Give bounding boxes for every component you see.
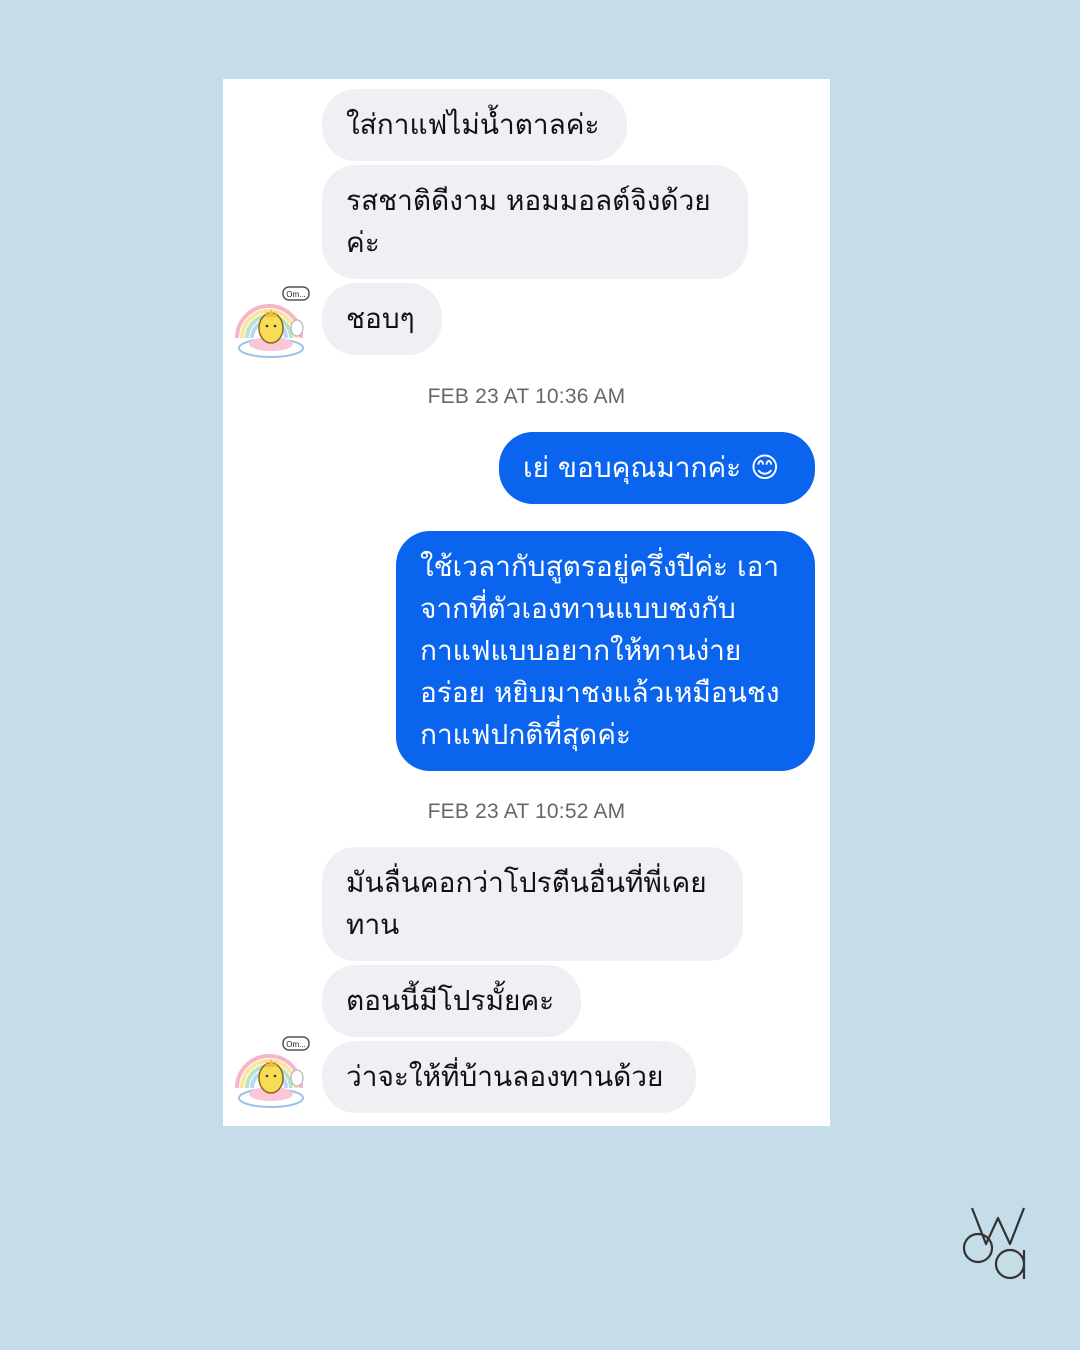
chat-screenshot-panel: ใส่กาแฟไม่น้ำตาลค่ะ รสชาติดีงาม หอมมอลต์… [223,79,830,1126]
brand-logo-icon [962,1207,1026,1280]
incoming-message: รสชาติดีงาม หอมมอลต์จิงด้วยค่ะ [322,165,748,279]
svg-text:Om...: Om... [286,1040,306,1049]
avatar-sticker-icon[interactable]: Om... [231,1034,313,1110]
incoming-message: ว่าจะให้ที่บ้านลองทานด้วย [322,1041,696,1113]
incoming-message: ชอบๆ [322,283,442,355]
incoming-message: มันลื่นคอกว่าโปรตีนอื่นที่พี่เคยทาน [322,847,743,961]
outgoing-message: เย่ ขอบคุณมากค่ะ 😊 [499,432,815,504]
incoming-message: ตอนนี้มีโปรมั้ยคะ [322,965,581,1037]
timestamp: FEB 23 AT 10:52 AM [427,800,626,823]
timestamp: FEB 23 AT 10:36 AM [427,385,626,408]
svg-text:Om...: Om... [286,290,306,299]
incoming-message: ใส่กาแฟไม่น้ำตาลค่ะ [322,89,627,161]
outgoing-message: ใช้เวลากับสูตรอยู่ครึ่งปีค่ะ เอาจากที่ตั… [396,531,815,771]
avatar-sticker-icon[interactable]: Om... [231,284,313,360]
